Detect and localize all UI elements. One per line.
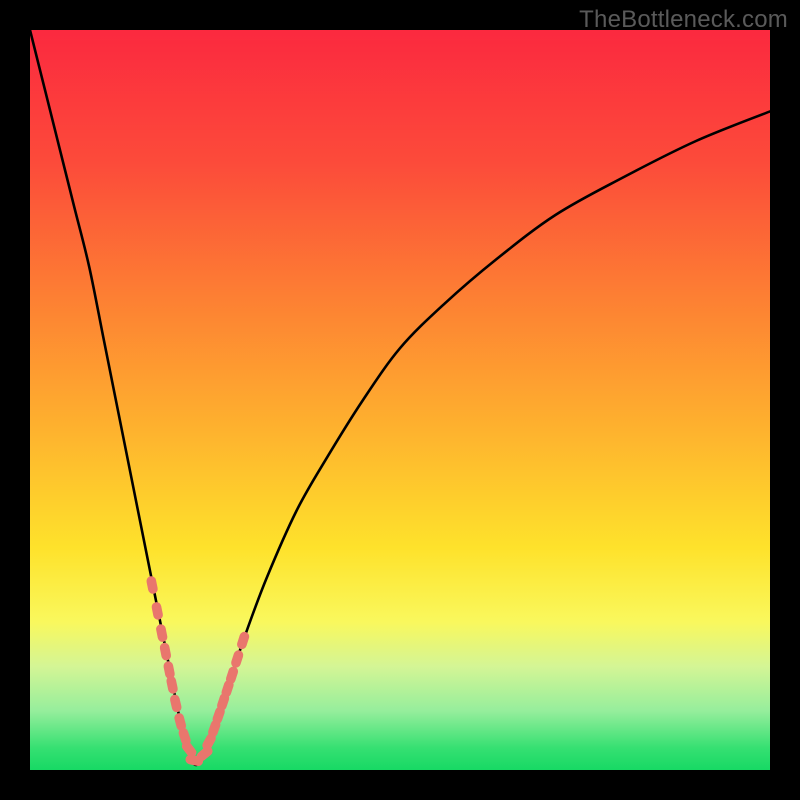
- plot-area: [30, 30, 770, 770]
- curve-layer: [30, 30, 770, 770]
- watermark-text: TheBottleneck.com: [579, 6, 788, 34]
- marker-group: [146, 575, 251, 767]
- curve-marker: [236, 631, 251, 651]
- chart-frame: TheBottleneck.com: [0, 0, 800, 800]
- curve-marker: [151, 601, 164, 620]
- curve-marker: [230, 649, 245, 669]
- curve-marker: [155, 623, 168, 642]
- curve-marker: [146, 575, 159, 594]
- curve-marker: [166, 675, 179, 694]
- curve-marker: [169, 694, 182, 713]
- curve-marker: [159, 642, 172, 661]
- bottleneck-curve: [30, 30, 770, 765]
